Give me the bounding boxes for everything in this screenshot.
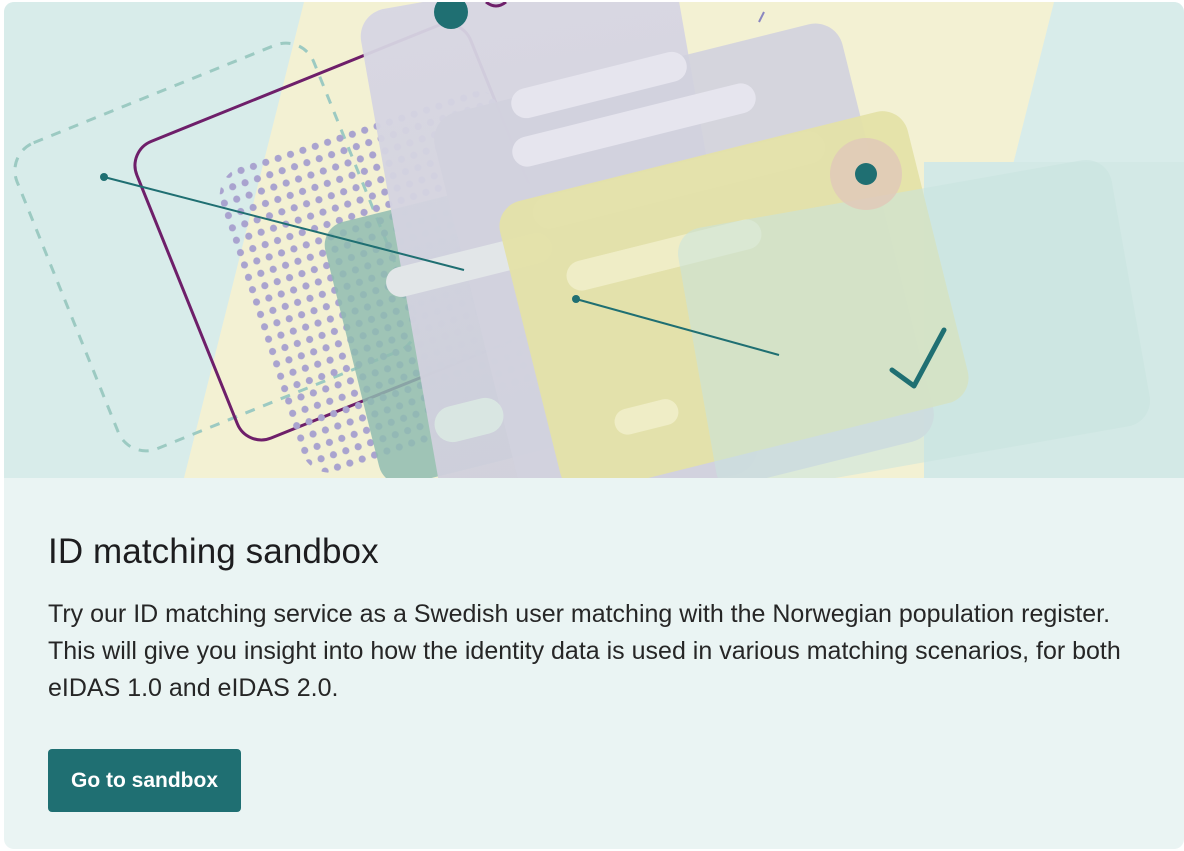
card-content: ID matching sandbox Try our ID matching … — [48, 478, 1148, 812]
target-dot-icon — [855, 163, 877, 185]
hero-illustration — [4, 2, 1184, 478]
connector-dot-2 — [572, 295, 580, 303]
card-description: Try our ID matching service as a Swedish… — [48, 600, 1121, 702]
card-title: ID matching sandbox — [48, 532, 379, 571]
connector-dot-1 — [100, 173, 108, 181]
go-to-sandbox-button[interactable]: Go to sandbox — [48, 749, 241, 812]
hero-illustration-svg — [4, 2, 1184, 478]
sandbox-card: ID matching sandbox Try our ID matching … — [4, 2, 1184, 849]
